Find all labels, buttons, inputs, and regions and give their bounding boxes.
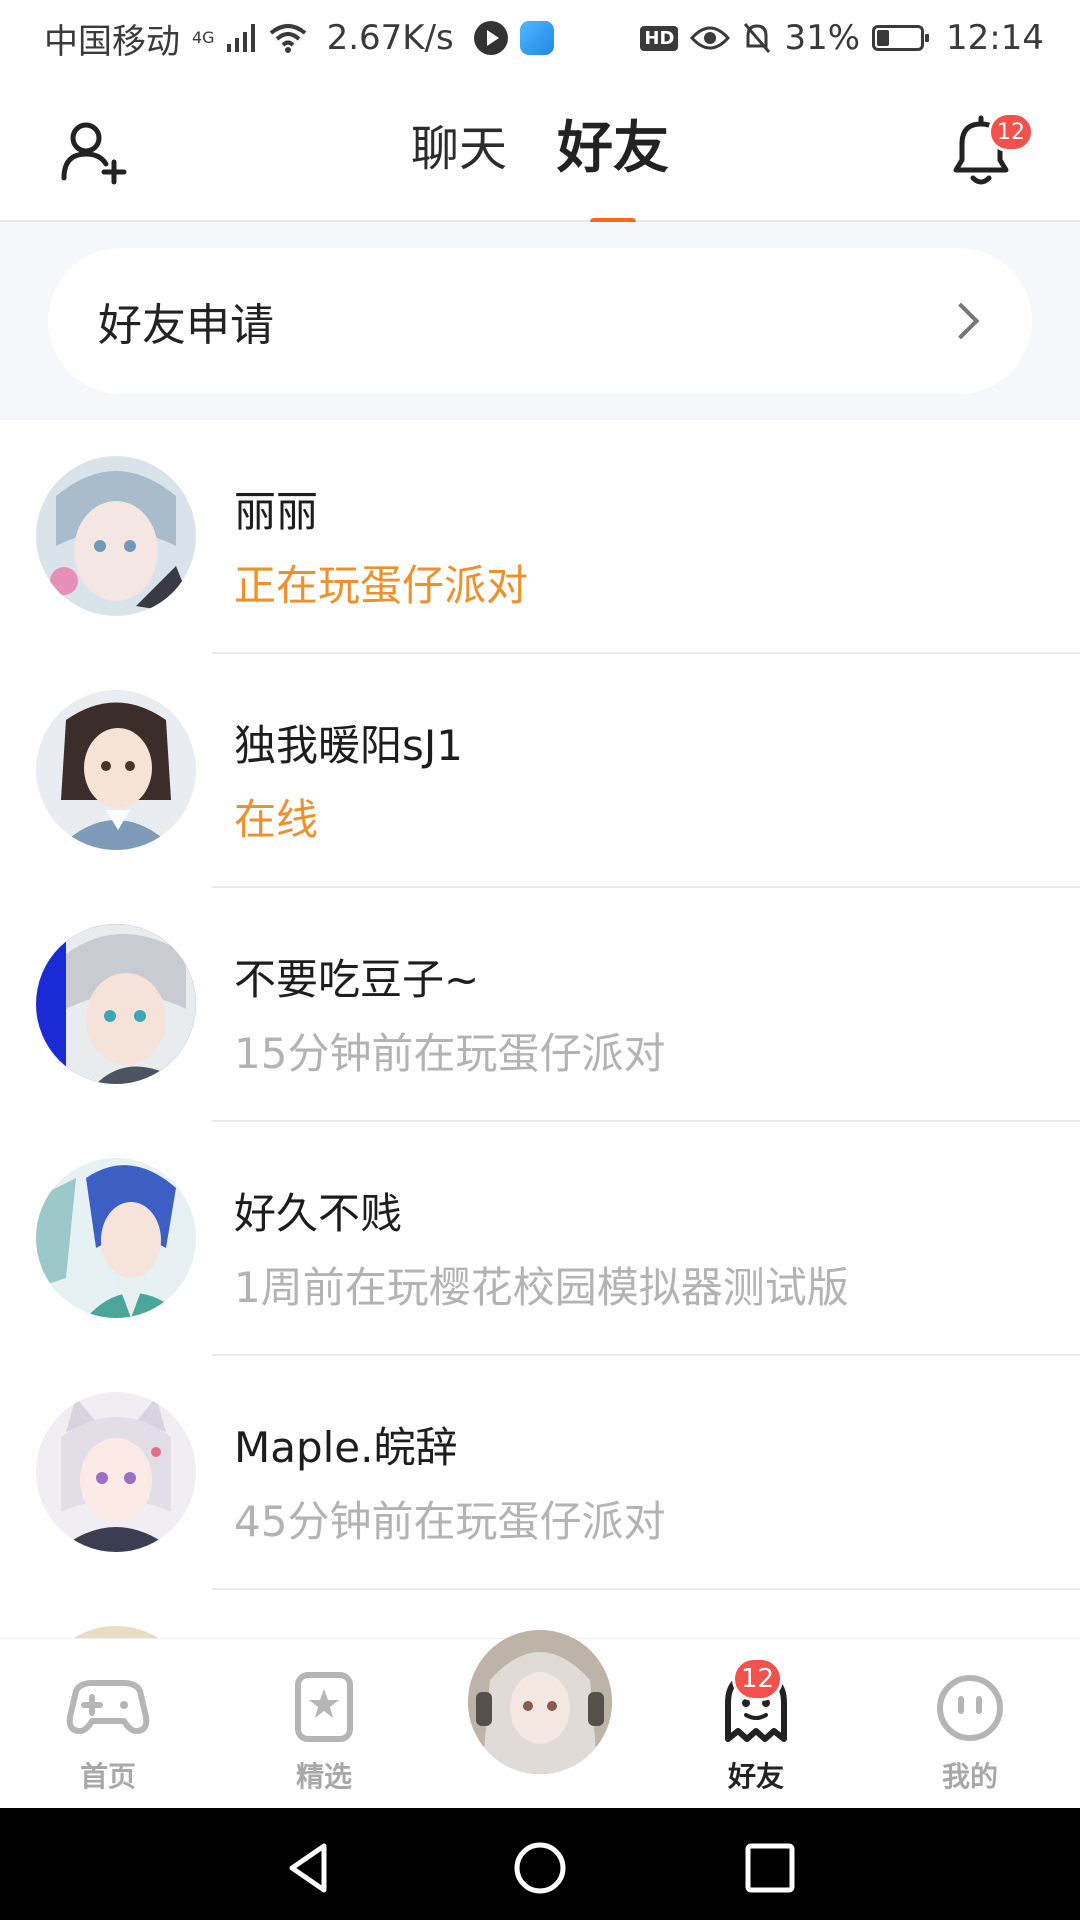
app-root: 中国移动 4G 2.67K/s HD 31% 12:14 聊天 好友 12 好友… bbox=[0, 0, 1080, 1920]
tab-chat-label: 聊天 bbox=[410, 121, 507, 177]
mute-bell-icon bbox=[744, 23, 771, 53]
friend-row[interactable]: 独我暖阳sJ1 在线 bbox=[0, 654, 1080, 888]
friend-request-label: 好友申请 bbox=[98, 300, 274, 351]
wifi-icon bbox=[269, 24, 306, 53]
avatar[interactable] bbox=[36, 924, 196, 1084]
friend-name: Maple.皖辞 bbox=[234, 1423, 458, 1472]
status-bar: 中国移动 4G 2.67K/s HD 31% 12:14 bbox=[0, 0, 1080, 76]
tab-featured[interactable]: 精选 bbox=[254, 1669, 394, 1795]
friend-request-button[interactable]: 好友申请 bbox=[48, 248, 1032, 394]
tab-friends-bottom[interactable]: 12 好友 bbox=[686, 1657, 826, 1795]
friend-row[interactable]: 丽丽 正在玩蛋仔派对 bbox=[0, 420, 1080, 654]
friend-list: 丽丽 正在玩蛋仔派对 独我暖阳sJ1 在线 不要吃豆子~ 15分钟前在玩蛋仔派对… bbox=[0, 420, 1080, 1638]
network-type: 4G bbox=[192, 27, 215, 47]
friend-name: 独我暖阳sJ1 bbox=[234, 721, 463, 770]
avatar[interactable] bbox=[36, 1392, 196, 1552]
signal-icon bbox=[226, 24, 255, 52]
center-avatar-button[interactable] bbox=[468, 1630, 612, 1774]
avatar[interactable] bbox=[36, 1158, 196, 1318]
friend-status: 1周前在玩樱花校园模拟器测试版 bbox=[234, 1263, 849, 1312]
friend-request-section: 好友申请 bbox=[0, 222, 1080, 420]
top-nav: 聊天 好友 12 bbox=[0, 76, 1080, 226]
hd-icon: HD bbox=[640, 25, 679, 51]
home-icon[interactable] bbox=[510, 1838, 570, 1898]
recents-icon[interactable] bbox=[740, 1838, 800, 1898]
friends-badge: 12 bbox=[732, 1657, 784, 1701]
chevron-right-icon bbox=[942, 302, 980, 340]
friend-row[interactable]: 不要吃豆子~ 15分钟前在玩蛋仔派对 bbox=[0, 888, 1080, 1122]
avatar[interactable] bbox=[36, 1626, 196, 1638]
friend-status: 正在玩蛋仔派对 bbox=[234, 561, 529, 610]
network-speed: 2.67K/s bbox=[326, 18, 454, 58]
tab-me[interactable]: 我的 bbox=[900, 1669, 1040, 1795]
back-icon[interactable] bbox=[280, 1838, 340, 1898]
system-nav-bar bbox=[0, 1808, 1080, 1920]
friend-name: 不要吃豆子~ bbox=[234, 955, 480, 1004]
tab-friends[interactable]: 好友 bbox=[557, 114, 669, 226]
media-play-icon bbox=[473, 21, 508, 55]
notification-badge: 12 bbox=[988, 112, 1034, 152]
clock: 12:14 bbox=[946, 18, 1044, 58]
tab-home[interactable]: 首页 bbox=[38, 1669, 178, 1795]
friend-row[interactable]: 好久不贱 1周前在玩樱花校园模拟器测试版 bbox=[0, 1122, 1080, 1356]
carrier-label: 中国移动 bbox=[44, 21, 180, 62]
battery-percent: 31% bbox=[784, 18, 861, 58]
face-icon bbox=[937, 1675, 1003, 1741]
star-bookmark-icon bbox=[295, 1672, 353, 1742]
avatar[interactable] bbox=[36, 456, 196, 616]
app-notification-icon bbox=[519, 21, 554, 55]
tab-bar: 聊天 好友 bbox=[0, 114, 1080, 226]
tab-friends-label: 好友 bbox=[557, 116, 669, 181]
friend-row[interactable]: Maple.皖辞 45分钟前在玩蛋仔派对 bbox=[0, 1356, 1080, 1590]
tab-home-label: 首页 bbox=[79, 1760, 136, 1793]
tab-chat[interactable]: 聊天 bbox=[411, 114, 507, 184]
friend-status: 45分钟前在玩蛋仔派对 bbox=[234, 1497, 666, 1546]
friend-status: 在线 bbox=[234, 795, 319, 844]
friend-name: 丽丽 bbox=[234, 487, 319, 536]
tab-me-label: 我的 bbox=[941, 1760, 998, 1793]
tab-friends-bottom-label: 好友 bbox=[686, 1755, 826, 1795]
avatar[interactable] bbox=[36, 690, 196, 850]
gamepad-icon bbox=[66, 1680, 150, 1734]
battery-icon bbox=[872, 25, 930, 51]
eye-icon bbox=[690, 26, 731, 50]
tab-featured-label: 精选 bbox=[295, 1760, 352, 1793]
friend-name: 好久不贱 bbox=[234, 1189, 403, 1238]
friend-status: 15分钟前在玩蛋仔派对 bbox=[234, 1029, 666, 1078]
